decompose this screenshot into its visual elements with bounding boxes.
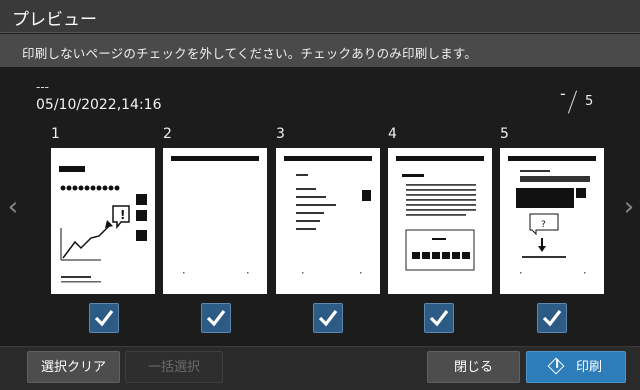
checkmark-icon: [429, 310, 449, 327]
print-button-label: 印刷: [575, 360, 602, 375]
svg-text:!: !: [120, 208, 125, 222]
page-preview: ?: [500, 148, 604, 294]
page-preview: !: [51, 148, 155, 294]
checkmark-icon: [94, 310, 114, 327]
page-4-content: [396, 156, 484, 271]
page-number: 2: [163, 126, 172, 142]
page-thumbnail-5[interactable]: 5 ?: [500, 126, 604, 296]
document-datetime: 05/10/2022,14:16: [36, 97, 162, 113]
checkmark-icon: [542, 310, 562, 327]
page-counter: - 5: [560, 84, 610, 114]
select-all-button[interactable]: 一括選択: [125, 351, 223, 383]
print-button[interactable]: 印刷: [526, 351, 626, 383]
page-1-content: !: [59, 166, 147, 283]
page-2-content: [171, 156, 259, 274]
page-number: 3: [276, 126, 285, 142]
close-button[interactable]: 閉じる: [427, 351, 520, 383]
page-preview: [388, 148, 492, 294]
page-3-content: [284, 156, 372, 274]
page-counter-separator: [567, 90, 578, 114]
page-4-checkbox[interactable]: [424, 303, 454, 333]
page-5-content: ?: [508, 156, 596, 274]
page-1-checkbox[interactable]: [89, 303, 119, 333]
page-thumbnail-1[interactable]: 1 !: [51, 126, 155, 296]
print-icon: [547, 357, 565, 375]
page-thumbnail-2[interactable]: 2: [163, 126, 267, 296]
page-thumbnail-3[interactable]: 3: [276, 126, 380, 296]
page-2-checkbox[interactable]: [201, 303, 231, 333]
instruction-text: 印刷しないページのチェックを外してください。チェックありのみ印刷します。: [22, 46, 477, 61]
checkmark-icon: [206, 310, 226, 327]
clear-selection-button[interactable]: 選択クリア: [27, 351, 120, 383]
instruction-bar: 印刷しないページのチェックを外してください。チェックありのみ印刷します。: [0, 34, 640, 67]
chevron-right-icon[interactable]: ›: [622, 190, 636, 224]
checkmark-icon: [318, 310, 338, 327]
page-counter-current: -: [560, 84, 566, 103]
page-number: 1: [51, 126, 60, 142]
page-thumbnail-4[interactable]: 4: [388, 126, 492, 296]
svg-text:?: ?: [541, 220, 546, 230]
page-preview: [163, 148, 267, 294]
window-title: プレビュー: [12, 10, 97, 30]
page-number: 4: [388, 126, 397, 142]
document-name: ---: [36, 80, 49, 94]
page-number: 5: [500, 126, 509, 142]
page-3-checkbox[interactable]: [313, 303, 343, 333]
chevron-left-icon[interactable]: ‹: [6, 190, 20, 224]
page-5-checkbox[interactable]: [537, 303, 567, 333]
page-counter-total: 5: [585, 94, 594, 109]
page-preview: [276, 148, 380, 294]
title-bar: プレビュー: [0, 0, 640, 33]
